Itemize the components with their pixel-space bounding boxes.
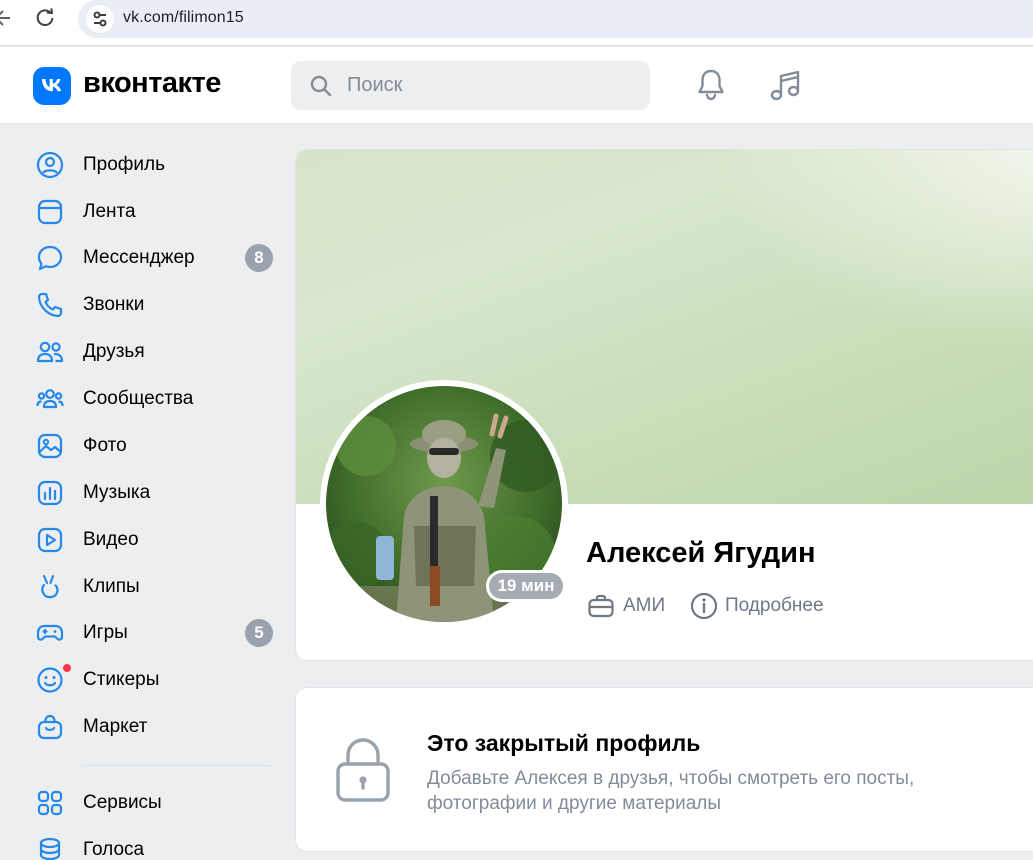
- sidebar-item-stickers[interactable]: Стикеры: [32, 660, 280, 700]
- clips-icon: [41, 574, 59, 599]
- sidebar-item-feed[interactable]: Лента: [32, 192, 280, 232]
- sidebar-item-services[interactable]: Сервисы: [32, 783, 280, 823]
- closed-profile-description: Добавьте Алексея в друзья, чтобы смотрет…: [427, 768, 915, 814]
- sidebar-item-votes[interactable]: Голоса: [32, 830, 280, 860]
- feed-icon: [37, 199, 63, 225]
- browser-toolbar: vk.com/filimon15: [0, 0, 1033, 46]
- sidebar-item-clips[interactable]: Клипы: [32, 567, 280, 607]
- sidebar-item-label: Стикеры: [83, 669, 160, 690]
- sidebar-item-label: Мессенджер: [83, 247, 195, 268]
- gamepad-icon: [36, 624, 64, 641]
- work-place-link[interactable]: АМИ: [623, 595, 665, 617]
- sidebar-item-label: Игры: [83, 622, 128, 643]
- sidebar-item-music[interactable]: Музыка: [32, 473, 280, 513]
- address-bar[interactable]: vk.com/filimon15: [78, 0, 1033, 38]
- sidebar-item-messenger[interactable]: Мессенджер 8: [32, 238, 280, 278]
- profile-icon: [36, 151, 64, 179]
- smile-icon: [37, 667, 63, 693]
- profile-header-card: 19 мин Алексей Ягудин АМИ Подробнее: [295, 149, 1033, 661]
- sidebar-item-calls[interactable]: Звонки: [32, 285, 280, 325]
- back-arrow-icon[interactable]: [0, 8, 14, 28]
- search-input[interactable]: [347, 61, 637, 110]
- games-count-badge: 5: [245, 619, 273, 647]
- left-navigation: Профиль Лента Мессенджер 8 Звонки Друзья: [0, 125, 290, 860]
- sidebar-item-label: Друзья: [83, 341, 145, 362]
- messenger-icon: [37, 245, 63, 271]
- details-link[interactable]: Подробнее: [725, 595, 824, 617]
- lock-icon: [336, 738, 390, 802]
- market-bag-icon: [37, 714, 63, 740]
- sidebar-item-label: Сервисы: [83, 792, 162, 813]
- sidebar-item-games[interactable]: Игры 5: [32, 613, 280, 653]
- last-seen-text: 19 мин: [489, 573, 563, 599]
- music-chart-icon: [37, 480, 63, 506]
- video-icon: [37, 527, 63, 553]
- photo-icon: [37, 433, 63, 459]
- sidebar-item-label: Клипы: [83, 576, 140, 597]
- sidebar-item-label: Маркет: [83, 716, 148, 737]
- profile-name: Алексей Ягудин: [586, 537, 816, 569]
- last-seen-badge: 19 мин: [486, 570, 566, 602]
- notifications-bell-icon[interactable]: [695, 68, 727, 102]
- sidebar-divider: [83, 765, 271, 766]
- info-icon[interactable]: [689, 591, 719, 621]
- sidebar-item-label: Профиль: [83, 154, 166, 175]
- sidebar-item-video[interactable]: Видео: [32, 520, 280, 560]
- search-icon: [310, 75, 332, 97]
- services-grid-icon: [37, 790, 63, 816]
- sidebar-item-label: Голоса: [83, 839, 145, 860]
- logo-text[interactable]: вконтакте: [83, 67, 221, 100]
- site-header: вконтакте: [0, 47, 1033, 124]
- sidebar-item-photos[interactable]: Фото: [32, 426, 280, 466]
- coins-icon: [39, 837, 61, 860]
- sidebar-item-friends[interactable]: Друзья: [32, 332, 280, 372]
- sidebar-item-profile[interactable]: Профиль: [32, 145, 280, 185]
- sidebar-item-label: Фото: [83, 435, 127, 456]
- unread-count-badge: 8: [245, 244, 273, 272]
- friends-icon: [36, 341, 64, 363]
- communities-icon: [36, 389, 64, 409]
- search-box[interactable]: [291, 61, 650, 110]
- sidebar-item-label: Музыка: [83, 482, 151, 503]
- sidebar-item-communities[interactable]: Сообщества: [32, 379, 280, 419]
- site-settings-icon[interactable]: [86, 5, 114, 33]
- closed-profile-title: Это закрытый профиль: [427, 730, 701, 756]
- sidebar-item-label: Видео: [83, 529, 139, 550]
- briefcase-icon: [588, 594, 614, 618]
- phone-icon: [37, 292, 63, 318]
- cover-highlight: [714, 150, 1033, 350]
- vk-logo-icon[interactable]: [33, 67, 71, 105]
- sidebar-item-market[interactable]: Маркет: [32, 707, 280, 747]
- new-notification-dot: [62, 663, 72, 673]
- url-text[interactable]: vk.com/filimon15: [123, 9, 244, 27]
- reload-icon[interactable]: [34, 7, 56, 29]
- sidebar-item-label: Сообщества: [83, 388, 194, 409]
- sidebar-item-label: Лента: [83, 201, 136, 222]
- sidebar-item-label: Звонки: [83, 294, 145, 315]
- closed-profile-notice: Это закрытый профиль Добавьте Алексея в …: [295, 687, 1033, 852]
- music-note-icon[interactable]: [768, 68, 804, 104]
